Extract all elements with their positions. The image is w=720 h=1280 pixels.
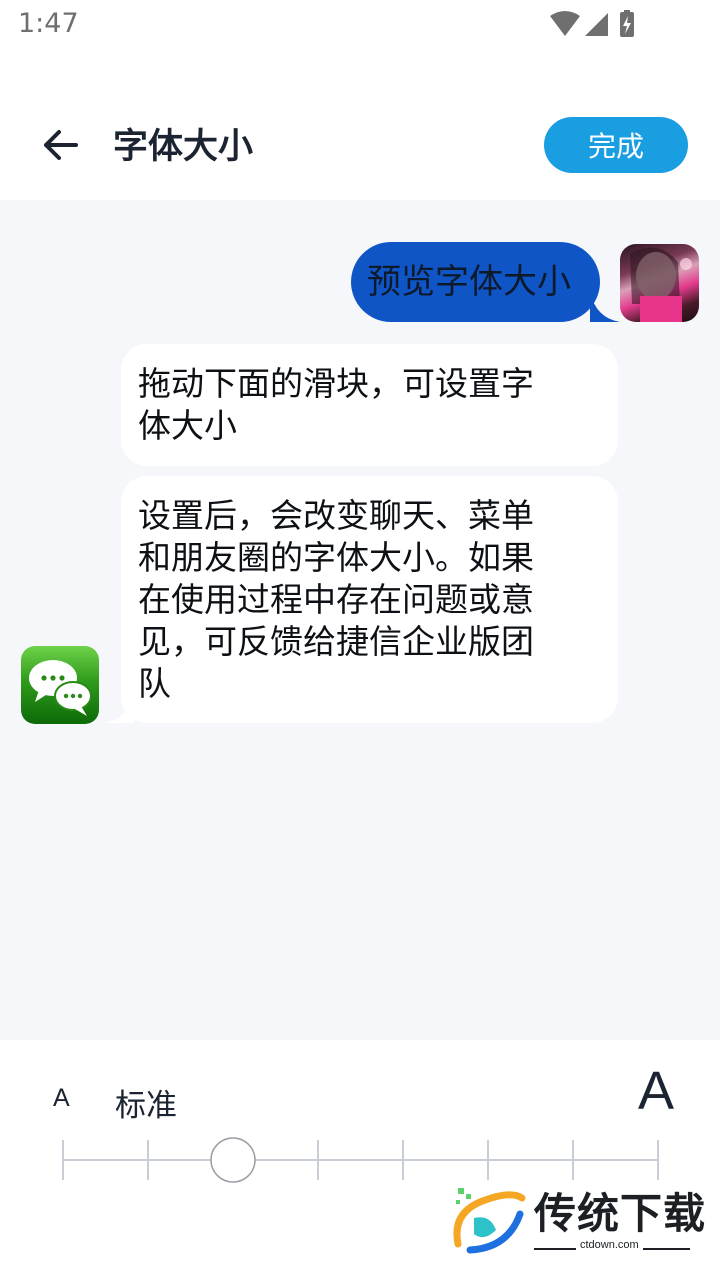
wifi-icon xyxy=(550,11,580,36)
message-line: 体大小 xyxy=(138,406,237,445)
message-line: 在使用过程中存在问题或意 xyxy=(138,580,534,619)
status-bar: 1:47 xyxy=(0,0,720,50)
user-avatar xyxy=(620,244,699,322)
outgoing-message: 预览字体大小 xyxy=(351,242,600,322)
watermark-logo xyxy=(453,1188,526,1254)
message-line: 设置后，会改变聊天、菜单 xyxy=(138,496,534,535)
incoming-message-2: 设置后，会改变聊天、菜单 和朋友圈的字体大小。如果 在使用过程中存在问题或意 见… xyxy=(121,476,618,723)
font-size-slider[interactable] xyxy=(60,1136,662,1186)
incoming-message-1: 拖动下面的滑块，可设置字 体大小 xyxy=(121,344,618,466)
slider-thumb[interactable] xyxy=(210,1137,256,1183)
status-icons xyxy=(550,10,634,37)
header: 字体大小 完成 xyxy=(0,90,720,200)
chat-bubbles-icon xyxy=(21,646,99,724)
arrow-left-icon[interactable] xyxy=(36,120,86,170)
watermark-title: 传统下载 xyxy=(534,1189,707,1238)
status-time: 1:47 xyxy=(18,8,79,39)
small-font-label: A xyxy=(53,1084,70,1112)
message-line: 和朋友圈的字体大小。如果 xyxy=(138,538,534,577)
page-title: 字体大小 xyxy=(113,127,254,167)
cell-signal-icon xyxy=(585,13,608,36)
chat-preview-area: 预览字体大小 拖动下面的滑块，可设置字 体大小 设置后，会改变聊天、菜单 和朋友… xyxy=(0,200,720,1040)
incoming-bubble-tail xyxy=(104,693,134,723)
message-line: 见，可反馈给捷信企业版团 xyxy=(138,622,534,661)
current-size-label: 标准 xyxy=(115,1088,177,1124)
watermark: 传统下载 ctdown.com xyxy=(450,1180,705,1260)
message-line: 拖动下面的滑块，可设置字 xyxy=(138,364,534,403)
large-font-label: A xyxy=(638,1061,675,1121)
outgoing-bubble-tail xyxy=(590,292,620,322)
message-line: 队 xyxy=(138,664,171,703)
battery-charging-icon xyxy=(620,10,634,37)
done-button[interactable]: 完成 xyxy=(544,117,688,173)
watermark-subtitle: ctdown.com xyxy=(576,1239,643,1251)
